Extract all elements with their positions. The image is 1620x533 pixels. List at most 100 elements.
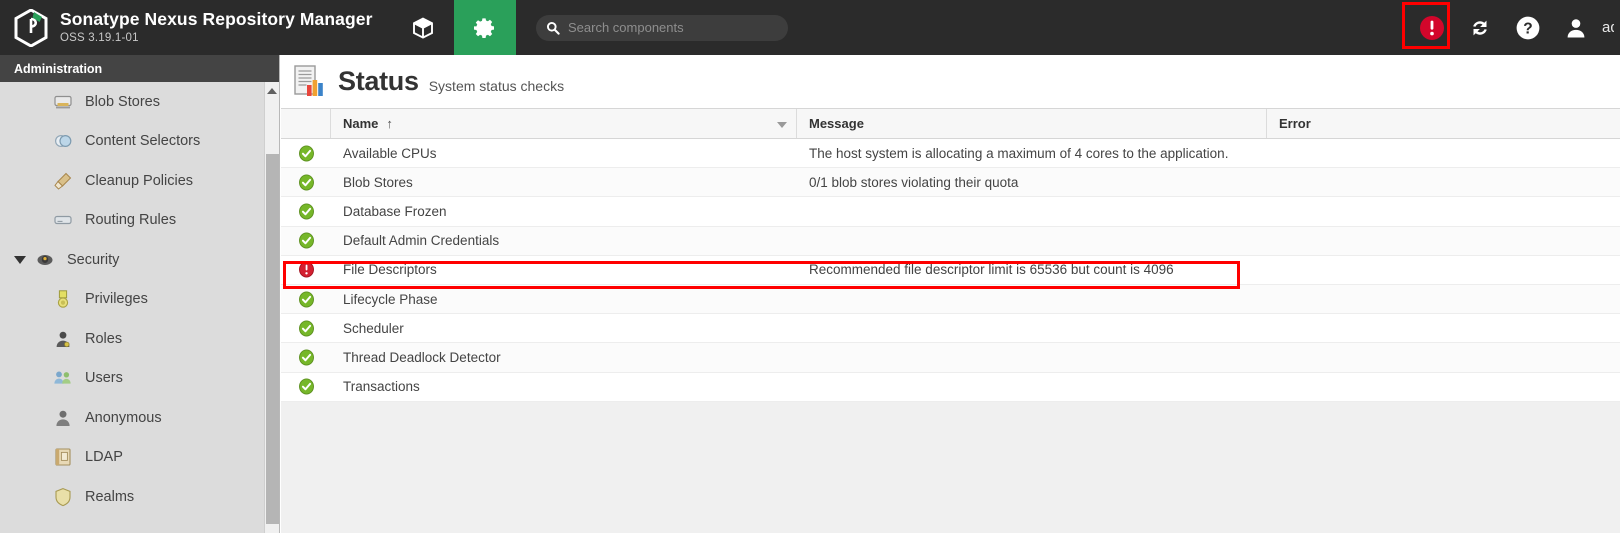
alert-error-icon <box>1420 15 1444 40</box>
sidebar-item-privileges[interactable]: Privileges <box>0 280 280 320</box>
table-header-row: Name ↑ Message Error <box>281 108 1620 139</box>
brand-version: OSS 3.19.1-01 <box>60 31 139 44</box>
status-ok-icon <box>281 320 331 337</box>
roles-icon <box>52 328 74 350</box>
refresh-icon <box>1473 20 1487 35</box>
column-header-status[interactable] <box>281 109 331 138</box>
sidebar-item-realms[interactable]: Realms <box>0 477 280 517</box>
alert-error-icon-button[interactable] <box>1408 0 1456 55</box>
column-header-error[interactable]: Error <box>1267 109 1620 138</box>
sidebar-item-label: Roles <box>85 330 123 347</box>
status-ok-icon <box>281 145 331 162</box>
cell-message: 0/1 blob stores violating their quota <box>809 174 1019 190</box>
table-row[interactable]: Default Admin Credentials <box>281 226 1620 256</box>
sidebar-section-title: Administration <box>14 61 103 76</box>
table-row[interactable]: Thread Deadlock Detector <box>281 343 1620 373</box>
help-icon-button[interactable]: ? <box>1504 0 1552 55</box>
main-content: Status System status checks Name ↑ Messa… <box>281 55 1620 533</box>
brand[interactable]: Sonatype Nexus Repository Manager OSS 3.… <box>0 8 392 47</box>
status-error-icon <box>281 261 331 278</box>
search-icon <box>546 21 560 35</box>
table-row[interactable]: File Descriptors Recommended file descrip… <box>281 255 1620 285</box>
sidebar-item-routing-rules[interactable]: Routing Rules <box>0 201 280 241</box>
user-account-icon <box>1567 18 1585 37</box>
column-header-error-label: Error <box>1279 116 1311 131</box>
page-title: Status <box>338 66 419 96</box>
cell-name: Blob Stores <box>343 174 413 190</box>
column-header-name[interactable]: Name ↑ <box>331 109 797 138</box>
sidebar-item-label: LDAP <box>85 449 123 466</box>
cell-name: Transactions <box>343 379 420 395</box>
svg-text:?: ? <box>1523 20 1532 37</box>
scroll-up-arrow-icon[interactable] <box>267 88 277 94</box>
status-ok-icon <box>281 174 331 191</box>
cell-name: Default Admin Credentials <box>343 233 500 249</box>
sidebar-item-label: Security <box>67 251 120 268</box>
sidebar-item-label: Content Selectors <box>85 133 201 150</box>
table-row[interactable]: Scheduler <box>281 314 1620 344</box>
sidebar-item-label: Cleanup Policies <box>85 172 194 189</box>
privileges-icon <box>52 288 74 310</box>
search-input[interactable] <box>568 20 773 35</box>
sidebar: Administration Blob Stores Content Select… <box>0 55 280 533</box>
status-report-icon <box>294 64 323 96</box>
page-header: Status System status checks <box>281 55 1620 108</box>
sidebar-item-blob-stores[interactable]: Blob Stores <box>0 82 280 122</box>
gear-icon <box>474 17 494 38</box>
sidebar-item-label: Anonymous <box>85 409 162 426</box>
sidebar-scrollbar[interactable] <box>264 82 279 533</box>
search-box[interactable] <box>536 14 788 41</box>
expand-collapse-caret-icon[interactable] <box>14 255 26 264</box>
cell-name: Scheduler <box>343 320 404 336</box>
app-root: Sonatype Nexus Repository Manager OSS 3.… <box>0 0 1620 533</box>
column-header-name-label: Name <box>343 116 379 131</box>
header-icon-group: ? admin <box>1408 0 1620 55</box>
column-header-message-label: Message <box>809 116 864 131</box>
status-ok-icon <box>281 203 331 220</box>
status-ok-icon <box>281 232 331 249</box>
column-header-message[interactable]: Message <box>797 109 1267 138</box>
sidebar-item-content-selectors[interactable]: Content Selectors <box>0 122 280 162</box>
sidebar-item-ldap[interactable]: LDAP <box>0 438 280 478</box>
sort-ascending-icon: ↑ <box>386 116 393 131</box>
users-icon <box>52 367 74 389</box>
username-label[interactable]: admin <box>1600 19 1614 36</box>
cell-name: Thread Deadlock Detector <box>343 349 501 365</box>
sidebar-item-cleanup-policies[interactable]: Cleanup Policies <box>0 161 280 201</box>
status-table: Name ↑ Message Error Available CPUs The h… <box>281 108 1620 502</box>
refresh-icon-button[interactable] <box>1456 0 1504 55</box>
ldap-icon <box>52 446 74 468</box>
cleanup-policies-icon <box>52 170 74 192</box>
cell-name: File Descriptors <box>343 262 437 278</box>
scrollbar-thumb[interactable] <box>266 154 279 524</box>
blob-stores-icon <box>52 91 74 113</box>
cell-message: Recommended file descriptor limit is 655… <box>809 262 1174 278</box>
status-ok-icon <box>281 349 331 366</box>
box-cube-icon <box>413 17 433 39</box>
cell-name: Database Frozen <box>343 203 447 219</box>
table-row[interactable]: Available CPUs The host system is allocat… <box>281 139 1620 169</box>
sidebar-item-label: Routing Rules <box>85 212 177 229</box>
routing-rules-icon <box>52 209 74 231</box>
sidebar-item-security[interactable]: Security <box>0 240 280 280</box>
sidebar-item-label: Blob Stores <box>85 93 160 110</box>
tab-administration[interactable] <box>454 0 516 55</box>
table-row[interactable]: Blob Stores 0/1 blob stores violating the… <box>281 168 1620 198</box>
page-subtitle: System status checks <box>428 77 565 94</box>
user-account-icon-button[interactable] <box>1552 0 1600 55</box>
status-ok-icon <box>281 291 331 308</box>
tab-browse[interactable] <box>392 0 454 55</box>
sidebar-nav-list: Blob Stores Content Selectors Cleanup Poli… <box>0 82 280 533</box>
sidebar-item-label: Realms <box>85 488 135 505</box>
sidebar-item-anonymous[interactable]: Anonymous <box>0 398 280 438</box>
chevron-down-icon[interactable] <box>777 121 787 128</box>
app-header: Sonatype Nexus Repository Manager OSS 3.… <box>0 0 1620 55</box>
table-row[interactable]: Database Frozen <box>281 197 1620 227</box>
cell-message: The host system is allocating a maximum … <box>809 145 1229 161</box>
sidebar-item-users[interactable]: Users <box>0 359 280 399</box>
brand-title: Sonatype Nexus Repository Manager <box>60 9 373 29</box>
sidebar-item-label: Users <box>85 370 123 387</box>
table-row[interactable]: Transactions <box>281 372 1620 402</box>
table-row[interactable]: Lifecycle Phase <box>281 284 1620 315</box>
sidebar-item-roles[interactable]: Roles <box>0 319 280 359</box>
